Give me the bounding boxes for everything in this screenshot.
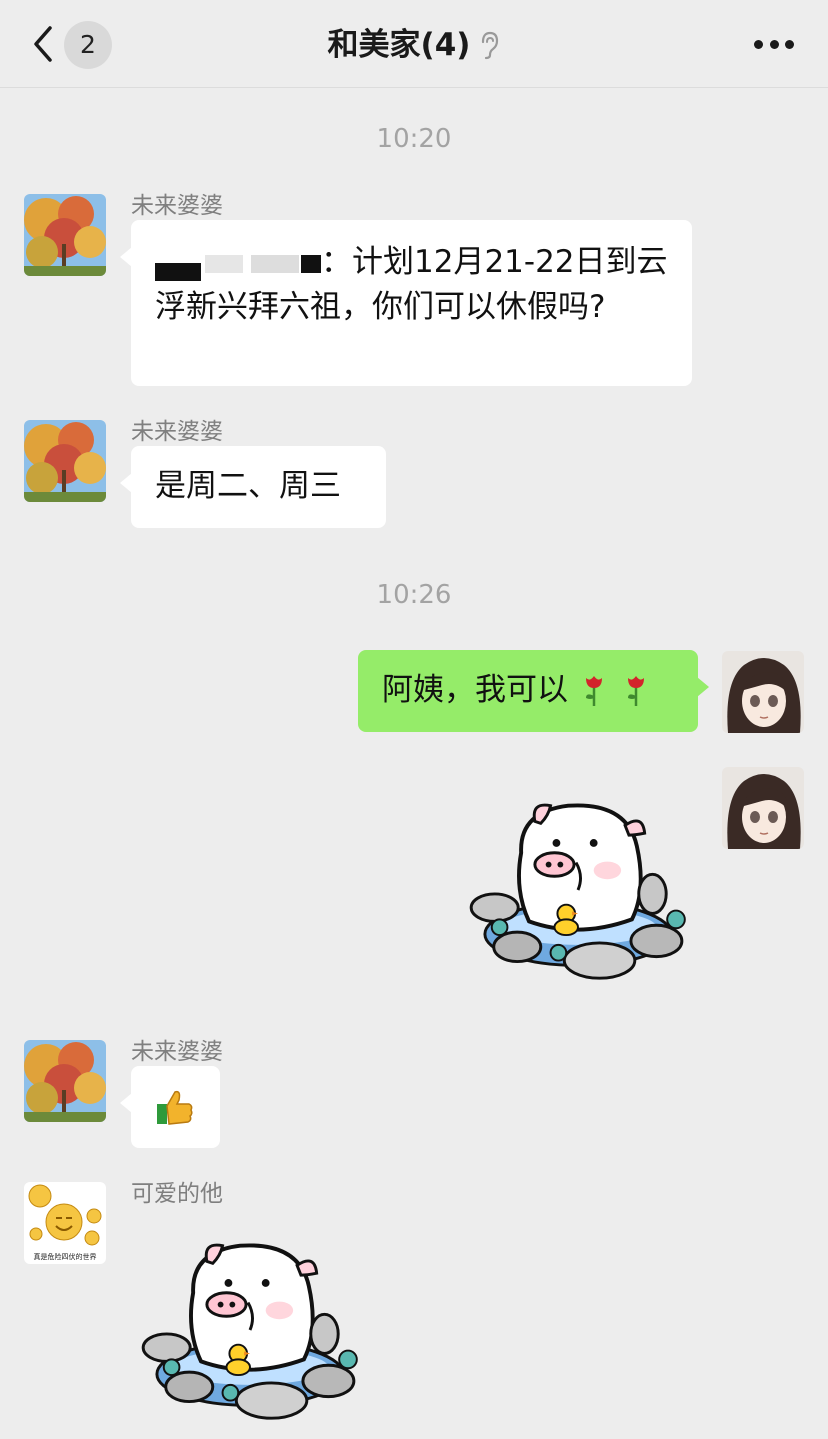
pig-in-hot-spring-sticker[interactable] (460, 792, 696, 988)
anime-girl-avatar-icon (722, 651, 804, 733)
message-bubble[interactable]: ：计划12月21-22日到云浮新兴拜六祖，你们可以休假吗? (120, 220, 692, 386)
redacted-mark (251, 254, 299, 273)
chat-header: 2 和美家(4) (0, 0, 828, 88)
message-text: 是周二、周三 (155, 468, 341, 504)
timestamp: 10:26 (376, 580, 452, 610)
avatar[interactable] (24, 1040, 106, 1122)
autumn-tree-avatar-icon (24, 1040, 106, 1122)
sender-name: 未来婆婆 (131, 1039, 223, 1065)
redacted-mark (205, 254, 243, 273)
thumbs-up-emoji-icon (157, 1090, 193, 1125)
anime-girl-avatar-icon (722, 767, 804, 849)
message-text: 阿姨，我可以 (382, 672, 568, 708)
sender-name: 可爱的他 (131, 1181, 223, 1207)
redacted-mark (301, 254, 321, 273)
message-bubble[interactable]: 是周二、周三 (120, 446, 386, 528)
my-avatar[interactable] (722, 767, 804, 849)
message-bubble-outgoing[interactable]: 阿姨，我可以 (358, 650, 709, 732)
my-avatar[interactable] (722, 651, 804, 733)
avatar[interactable]: 真是危险四伏的世界 (24, 1182, 106, 1264)
rose-emoji-icon (624, 672, 648, 706)
avatar-caption: 真是危险四伏的世界 (33, 1253, 97, 1261)
avatar[interactable] (24, 420, 106, 502)
more-options-icon[interactable] (754, 38, 794, 50)
rose-emoji-icon (582, 672, 606, 706)
sender-name: 未来婆婆 (131, 419, 223, 445)
pig-in-hot-spring-sticker[interactable] (132, 1232, 368, 1428)
sender-name: 未来婆婆 (131, 193, 223, 219)
chat-title: 和美家(4) (0, 24, 828, 66)
message-bubble[interactable] (120, 1066, 220, 1148)
autumn-tree-avatar-icon (24, 194, 106, 276)
avatar[interactable] (24, 194, 106, 276)
earpiece-mode-icon (482, 31, 499, 60)
group-name: 和美家(4) (327, 27, 471, 63)
autumn-tree-avatar-icon (24, 420, 106, 502)
redacted-mark (155, 262, 201, 281)
timestamp: 10:20 (376, 124, 452, 154)
